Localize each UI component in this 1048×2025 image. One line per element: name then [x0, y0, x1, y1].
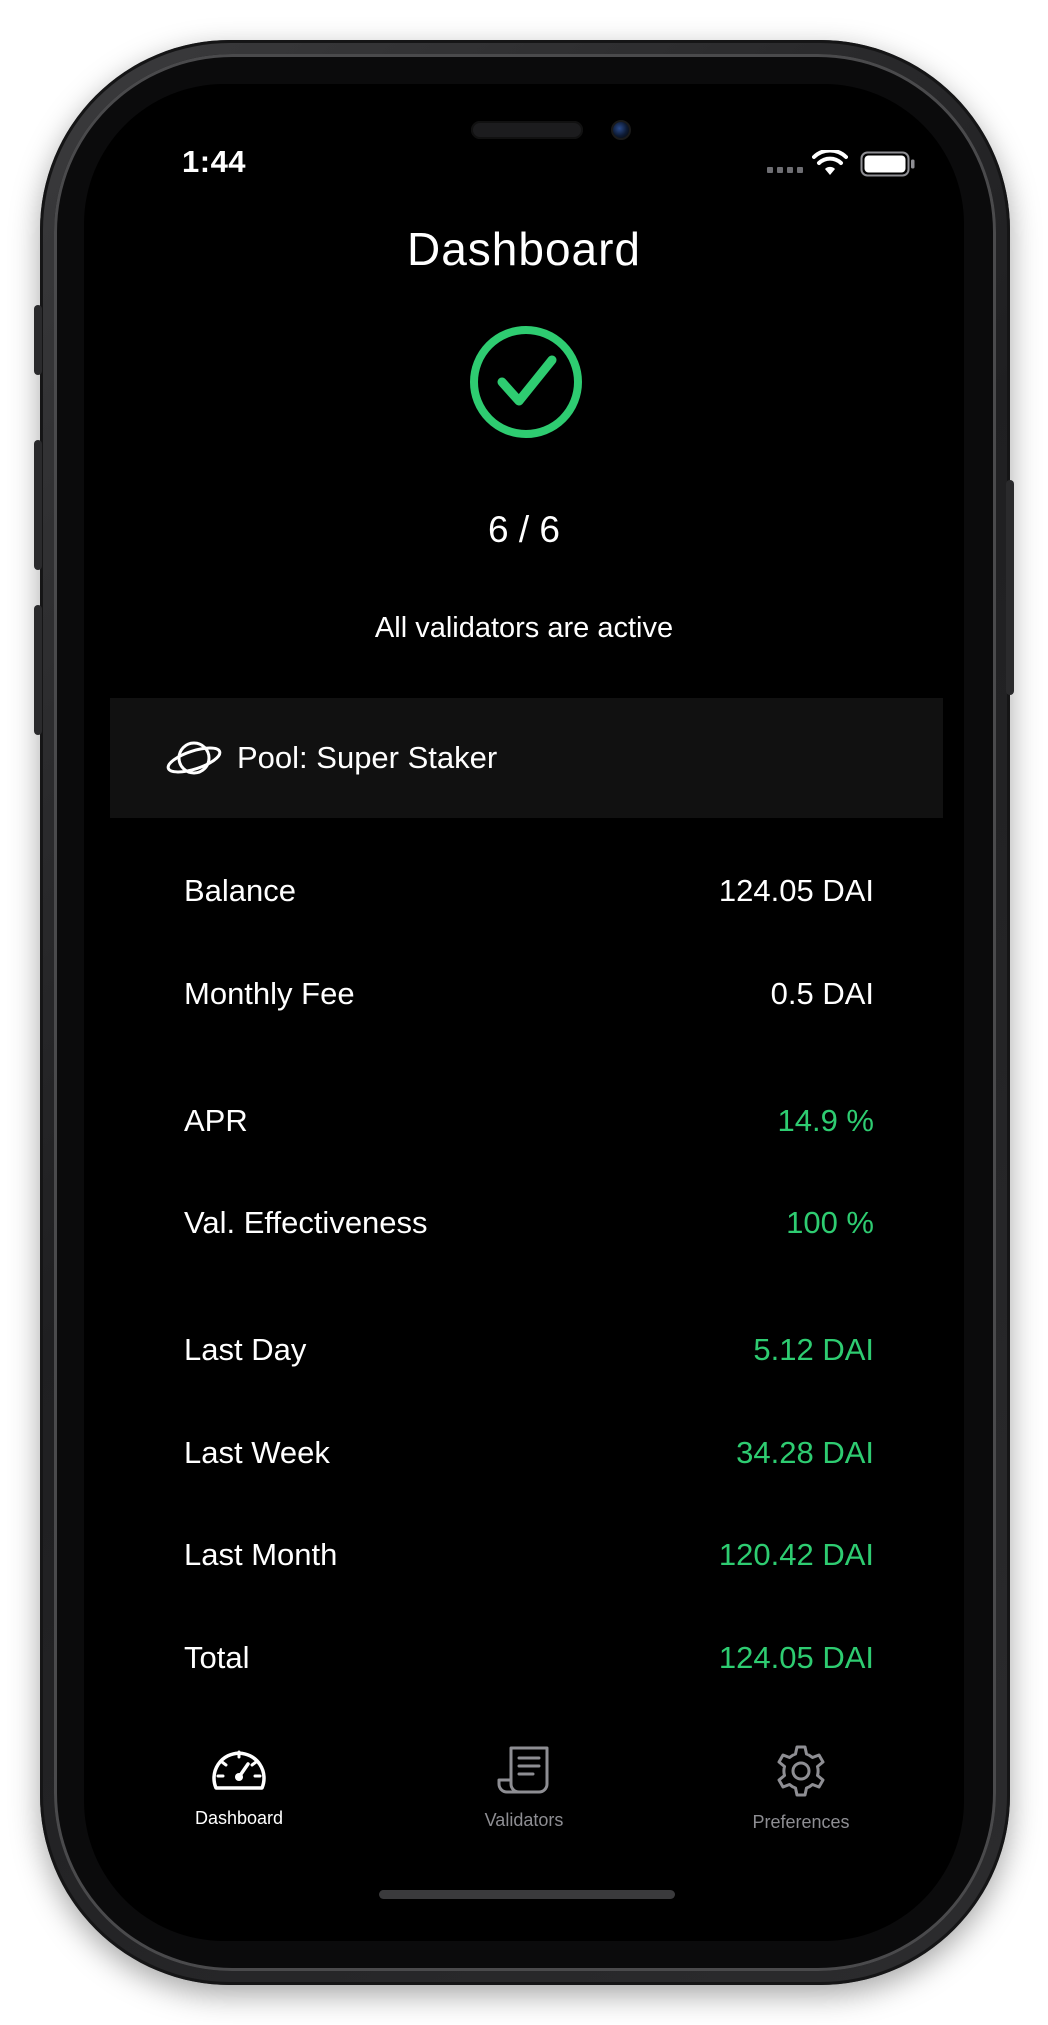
- stat-row-balance: Balance 124.05 DAI: [184, 866, 874, 916]
- tab-label: Dashboard: [194, 1808, 284, 1828]
- stat-label: Last Month: [184, 1537, 338, 1572]
- status-time: 1:44: [182, 144, 247, 179]
- tab-label: Validators: [484, 1810, 564, 1830]
- battery-icon: [860, 151, 915, 177]
- speedometer-icon: [212, 1750, 266, 1790]
- pool-card[interactable]: Pool: Super Staker: [110, 698, 943, 818]
- stat-label: Val. Effectiveness: [184, 1205, 428, 1240]
- stat-row-last-week: Last Week 34.28 DAI: [184, 1428, 874, 1478]
- stat-row-apr: APR 14.9 %: [184, 1096, 874, 1146]
- stat-label: Balance: [184, 873, 297, 908]
- tab-dashboard[interactable]: Dashboard: [149, 1744, 329, 1829]
- app-screen: 1:44 Dashboard 6 / 6 All validators are …: [84, 84, 964, 1941]
- wifi-icon: [812, 150, 848, 175]
- stat-value: 120.42 DAI: [718, 1537, 874, 1572]
- stat-row-last-month: Last Month 120.42 DAI: [184, 1530, 874, 1580]
- validator-count: 6 / 6: [488, 509, 560, 550]
- planet-icon: [166, 741, 222, 775]
- gear-icon: [777, 1745, 825, 1797]
- receipt-icon: [497, 1746, 549, 1794]
- stat-label: APR: [184, 1103, 248, 1138]
- stat-value: 124.05 DAI: [718, 873, 874, 908]
- stat-value: 100 %: [786, 1205, 874, 1240]
- validators-status-text: All validators are active: [374, 612, 674, 644]
- stat-value: 5.12 DAI: [753, 1332, 874, 1367]
- pool-label: Pool: Super Staker: [237, 740, 498, 775]
- home-indicator[interactable]: [379, 1890, 675, 1899]
- stat-label: Last Day: [184, 1332, 307, 1367]
- stat-row-val-effectiveness: Val. Effectiveness 100 %: [184, 1198, 874, 1248]
- page-title: Dashboard: [406, 223, 642, 275]
- silent-switch: [34, 305, 42, 375]
- cellular-signal-icon: [767, 167, 803, 173]
- tab-preferences[interactable]: Preferences: [711, 1744, 891, 1833]
- stat-value: 124.05 DAI: [718, 1640, 874, 1675]
- power-button: [1006, 480, 1014, 695]
- stat-value: 0.5 DAI: [770, 976, 874, 1011]
- tab-validators[interactable]: Validators: [434, 1744, 614, 1831]
- stat-label: Total: [184, 1640, 250, 1675]
- volume-up-button: [34, 440, 42, 570]
- stat-row-last-day: Last Day 5.12 DAI: [184, 1325, 874, 1375]
- volume-down-button: [34, 605, 42, 735]
- stat-row-monthly-fee: Monthly Fee 0.5 DAI: [184, 969, 874, 1019]
- stat-label: Monthly Fee: [184, 976, 355, 1011]
- earpiece-speaker: [471, 121, 583, 139]
- tab-label: Preferences: [752, 1812, 850, 1832]
- front-camera: [611, 120, 631, 140]
- stat-value: 14.9 %: [777, 1103, 874, 1138]
- stat-value: 34.28 DAI: [736, 1435, 874, 1470]
- stat-row-total: Total 124.05 DAI: [184, 1633, 874, 1683]
- check-circle-icon: [470, 326, 582, 438]
- stat-label: Last Week: [184, 1435, 330, 1470]
